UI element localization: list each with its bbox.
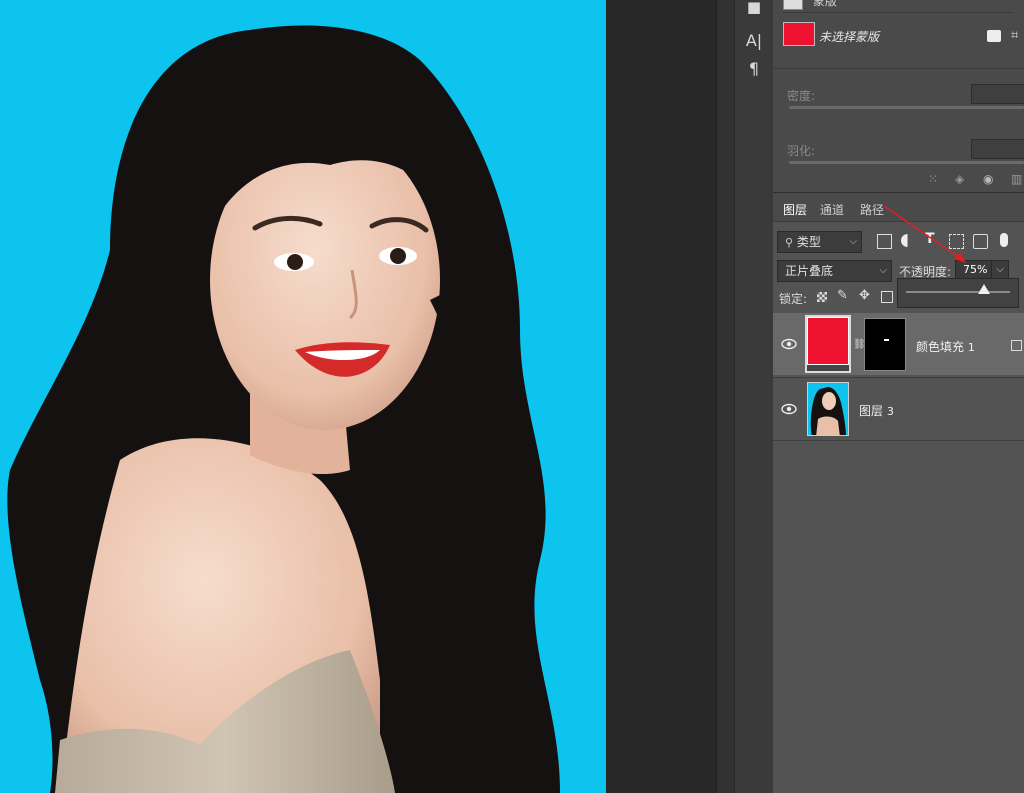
search-icon: ⚲ [785, 236, 794, 249]
fill-layer-thumbnail[interactable] [805, 315, 851, 373]
lock-position-icon[interactable]: ✥ [859, 288, 870, 303]
layer-name: 颜色填充 1 [916, 340, 975, 354]
apply-mask-icon[interactable]: ◈ [955, 172, 964, 186]
layer-name: 图层 3 [859, 404, 894, 418]
adjustment-filter-icon[interactable] [901, 234, 914, 247]
pixel-mask-icon[interactable] [987, 30, 1001, 42]
opacity-slider-track[interactable] [906, 291, 1010, 293]
comment-icon[interactable]: ■ [741, 0, 767, 18]
properties-panel: 蒙版 未选择蒙版 ⌗ 密度: 羽化: ⁙ ◈ ◉ ▥ [773, 0, 1024, 193]
lock-transparency-icon[interactable] [817, 292, 827, 302]
layer-row-color-fill[interactable]: ⛓ 颜色填充 1 [773, 313, 1024, 375]
chevron-down-icon: ⌵ [879, 265, 887, 276]
chevron-down-icon: ⌵ [849, 236, 857, 247]
type-filter-icon[interactable]: T [925, 231, 935, 247]
density-slider[interactable] [789, 106, 1024, 109]
filter-toggle-icon[interactable] [1000, 233, 1008, 247]
filter-kind-label: 类型 [796, 235, 821, 249]
visibility-eye-icon[interactable] [781, 336, 797, 352]
lock-artboard-icon[interactable] [881, 291, 893, 303]
vector-mask-icon[interactable]: ⌗ [1011, 28, 1018, 43]
vertical-scrollbar[interactable] [716, 0, 735, 793]
visibility-icon[interactable]: ◉ [983, 172, 993, 186]
pixel-filter-icon[interactable] [877, 234, 892, 249]
selection-icon[interactable]: ⁙ [928, 172, 938, 186]
portrait-photo [7, 25, 560, 793]
visibility-eye-icon[interactable] [781, 401, 797, 417]
feather-slider[interactable] [789, 161, 1024, 164]
opacity-slider-popup [897, 278, 1019, 308]
trash-icon[interactable]: ▥ [1011, 172, 1022, 186]
lock-pixels-icon[interactable]: ✎ [837, 288, 848, 303]
lock-label: 锁定: [779, 292, 808, 306]
character-icon[interactable]: A| [741, 30, 767, 52]
tab-layers[interactable]: 图层 [783, 201, 807, 218]
mask-status-label: 未选择蒙版 [819, 30, 880, 44]
smart-object-filter-icon[interactable] [973, 234, 988, 249]
tab-channels[interactable]: 通道 [820, 201, 844, 218]
panel-icon-strip: ■ A| ¶ [734, 0, 774, 793]
blend-mode-select[interactable]: 正片叠底 ⌵ [777, 260, 892, 282]
shape-filter-icon[interactable] [949, 234, 964, 249]
feather-field[interactable] [971, 139, 1024, 159]
layers-panel: 图层 通道 路径 ⚲ 类型 ⌵ T 正片叠底 ⌵ 不透明度: 75% ⌵ 锁定:… [773, 193, 1024, 793]
opacity-slider-thumb[interactable] [978, 284, 990, 294]
tab-paths[interactable]: 路径 [860, 201, 884, 218]
density-label: 密度: [787, 89, 816, 103]
document-canvas[interactable] [0, 0, 606, 793]
properties-header: 蒙版 [812, 0, 837, 8]
blend-mode-label: 正片叠底 [785, 264, 834, 278]
density-field[interactable] [971, 84, 1024, 104]
photo-layer-thumbnail[interactable] [807, 382, 849, 436]
pasteboard [606, 0, 716, 793]
opacity-value: 75% [963, 263, 988, 276]
layer-mask-thumbnail[interactable] [864, 318, 906, 371]
layer-row-layer-3[interactable]: 图层 3 [773, 377, 1024, 441]
fill-swatch[interactable] [783, 22, 815, 46]
layer-effects-icon [1011, 340, 1022, 351]
layer-filter-select[interactable]: ⚲ 类型 ⌵ [777, 231, 862, 253]
feather-label: 羽化: [787, 144, 816, 158]
paragraph-icon[interactable]: ¶ [741, 58, 767, 80]
mask-icon [783, 0, 803, 10]
